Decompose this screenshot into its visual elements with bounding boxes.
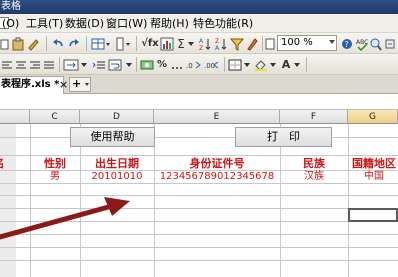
menu-item-tools[interactable]: 工具(T) <box>26 16 63 31</box>
cell-ethnicity[interactable]: 汉族 <box>282 171 346 183</box>
print-button[interactable]: 打 印 <box>235 127 332 147</box>
paste-icon[interactable] <box>11 36 25 51</box>
chart-icon[interactable] <box>160 36 174 51</box>
redo-icon[interactable] <box>67 36 81 51</box>
wrap-dropdown-icon[interactable] <box>126 57 132 72</box>
cell-id-number[interactable]: 123456789012345678 <box>156 171 278 183</box>
standard-toolbar: √fx Σ AZ ZA 100 % ? ABC <box>0 33 398 54</box>
toolbar-separator <box>136 36 137 51</box>
header-partial-b: 名 <box>0 157 6 171</box>
toolbar-separator <box>306 57 307 72</box>
column-header-e[interactable]: E <box>154 110 280 124</box>
toolbar-separator <box>46 36 47 51</box>
svg-text:.0: .0 <box>186 62 193 70</box>
format-painter-icon[interactable] <box>26 36 42 51</box>
wrap-text-icon[interactable] <box>108 57 124 72</box>
tab-document[interactable]: 表程序.xls * × <box>0 76 68 94</box>
font-color-dropdown-icon[interactable] <box>294 57 300 72</box>
spreadsheet-grid[interactable]: C D E F G 使用帮助 打 印 名 性别 出生日期 身份证件号 民族 国籍… <box>0 95 398 277</box>
format-toolbar: % .0 .00 A <box>0 54 398 75</box>
header-id-number: 身份证件号 <box>189 157 245 170</box>
row-header-strip <box>0 124 16 277</box>
function-icon[interactable]: √fx <box>141 36 158 51</box>
column-insert-icon[interactable] <box>114 36 132 51</box>
menu-item-o[interactable]: (O) <box>2 16 19 31</box>
copy-icon[interactable] <box>0 36 10 51</box>
toolbar-separator <box>224 57 225 72</box>
active-cell[interactable] <box>348 208 398 222</box>
cell-gender[interactable]: 男 <box>34 171 76 183</box>
spellcheck-icon[interactable]: ABC <box>356 36 368 51</box>
zoom-value: 100 % <box>281 37 313 48</box>
document-tab-bar: 表程序.xls * × + <box>0 75 398 94</box>
toolbar-separator <box>262 36 263 51</box>
svg-text:A: A <box>215 45 220 51</box>
merge-cells-icon[interactable] <box>63 57 79 72</box>
fill-color-icon[interactable] <box>254 57 268 72</box>
column-header-f[interactable]: F <box>280 110 348 124</box>
justify-icon[interactable] <box>43 57 55 72</box>
percent-icon[interactable]: % <box>157 57 167 72</box>
chevron-down-icon <box>329 40 335 44</box>
toolbar-separator <box>59 57 60 72</box>
help-button[interactable]: 使用帮助 <box>70 127 155 147</box>
cell-birthdate[interactable]: 20101010 <box>82 171 152 183</box>
svg-text:Z: Z <box>199 45 203 51</box>
column-header-d[interactable]: D <box>80 110 154 124</box>
zoom-select[interactable]: 100 % <box>277 35 337 51</box>
border-dropdown-icon[interactable] <box>244 57 250 72</box>
thousands-icon[interactable] <box>170 57 184 72</box>
align-icon[interactable] <box>1 57 13 72</box>
pencil-icon[interactable] <box>246 36 258 51</box>
currency-icon[interactable] <box>140 57 154 72</box>
menu-item-data[interactable]: 数据(D) <box>65 16 104 31</box>
sum-icon[interactable]: Σ <box>176 36 186 51</box>
new-tab-button[interactable]: + <box>69 77 91 92</box>
menu-item-help[interactable]: 帮助(H) <box>150 16 189 31</box>
font-color-icon[interactable]: A <box>280 57 292 72</box>
svg-text:A: A <box>199 38 204 45</box>
find-icon[interactable] <box>370 36 382 51</box>
settings-icon[interactable] <box>384 36 396 51</box>
toolbar-separator <box>86 36 87 51</box>
merge-dropdown-icon[interactable] <box>81 57 87 72</box>
sort-descending-icon[interactable]: ZA <box>214 36 228 51</box>
plus-icon: + <box>72 77 82 90</box>
undo-icon[interactable] <box>51 36 65 51</box>
svg-text:Z: Z <box>215 38 219 45</box>
menu-item-window[interactable]: 窗口(W) <box>106 16 147 31</box>
tab-label: 表程序.xls * <box>1 79 60 90</box>
border-icon[interactable] <box>228 57 242 72</box>
sort-ascending-icon[interactable]: AZ <box>198 36 212 51</box>
align-center-icon[interactable] <box>15 57 27 72</box>
column-header-g[interactable]: G <box>348 110 398 124</box>
help-icon[interactable]: ? <box>341 36 353 51</box>
table-icon[interactable] <box>91 36 111 51</box>
header-gender: 性别 <box>44 157 66 170</box>
close-icon[interactable]: × <box>59 77 68 93</box>
decrease-decimal-icon[interactable]: .00 <box>204 57 220 72</box>
title-bar: 表格 <box>0 0 398 14</box>
fill-dropdown-icon[interactable] <box>270 57 276 72</box>
sum-dropdown-icon[interactable] <box>188 36 194 51</box>
menu-bar: (O) 工具(T) 数据(D) 窗口(W) 帮助(H) 特色功能(R) <box>0 14 398 33</box>
svg-text:?: ? <box>345 40 349 49</box>
cell-nationality[interactable]: 中国 <box>352 171 396 183</box>
window-title: 表格 <box>1 1 21 12</box>
filter-icon[interactable] <box>230 36 244 51</box>
column-header-c[interactable]: C <box>30 110 80 124</box>
zoom-icon[interactable] <box>265 36 275 51</box>
indent-icon[interactable] <box>92 57 106 72</box>
increase-decimal-icon[interactable]: .0 <box>186 57 202 72</box>
header-birthdate: 出生日期 <box>95 157 139 170</box>
menu-item-special[interactable]: 特色功能(R) <box>193 16 253 31</box>
header-ethnicity: 民族 <box>303 157 325 170</box>
column-header-b[interactable] <box>0 110 30 124</box>
svg-text:.00: .00 <box>204 62 215 70</box>
toolbar-separator <box>136 57 137 72</box>
align-right-icon[interactable] <box>29 57 41 72</box>
chevron-down-icon <box>85 83 89 86</box>
header-nationality: 国籍地区 <box>352 157 396 170</box>
